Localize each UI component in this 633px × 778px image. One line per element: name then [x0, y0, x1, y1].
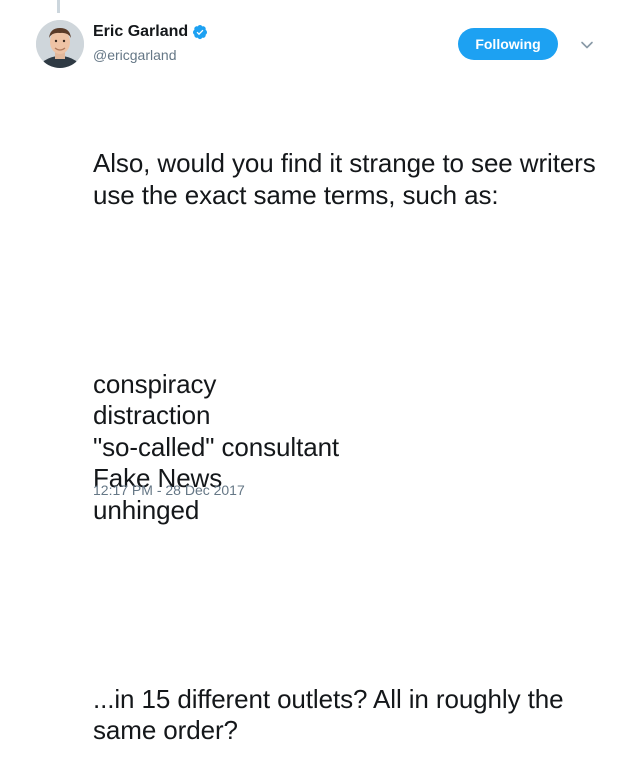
author-name-row[interactable]: Eric Garland — [93, 22, 208, 42]
tweet-paragraph: Also, would you find it strange to see w… — [93, 148, 603, 210]
profile-photo — [36, 20, 84, 68]
tweet-paragraph: ...in 15 different outlets? All in rough… — [93, 683, 571, 746]
tweet-paragraph-spacer: ​ — [93, 274, 613, 306]
verified-badge-icon — [193, 25, 208, 40]
author-display-name[interactable]: Eric Garland — [93, 22, 188, 42]
following-button[interactable]: Following — [458, 28, 558, 60]
tweet-text: Also, would you find it strange to see w… — [93, 85, 613, 778]
chevron-down-icon[interactable] — [578, 36, 596, 54]
tweet-timestamp[interactable]: 12:17 PM - 28 Dec 2017 — [93, 481, 245, 499]
avatar[interactable] — [36, 20, 84, 68]
tweet-paragraph-spacer: ​ — [93, 589, 613, 621]
author-handle[interactable]: @ericgarland — [93, 46, 176, 64]
tweet-paragraph: conspiracy distraction "so-called" consu… — [93, 368, 340, 525]
thread-connector-line — [57, 0, 60, 13]
